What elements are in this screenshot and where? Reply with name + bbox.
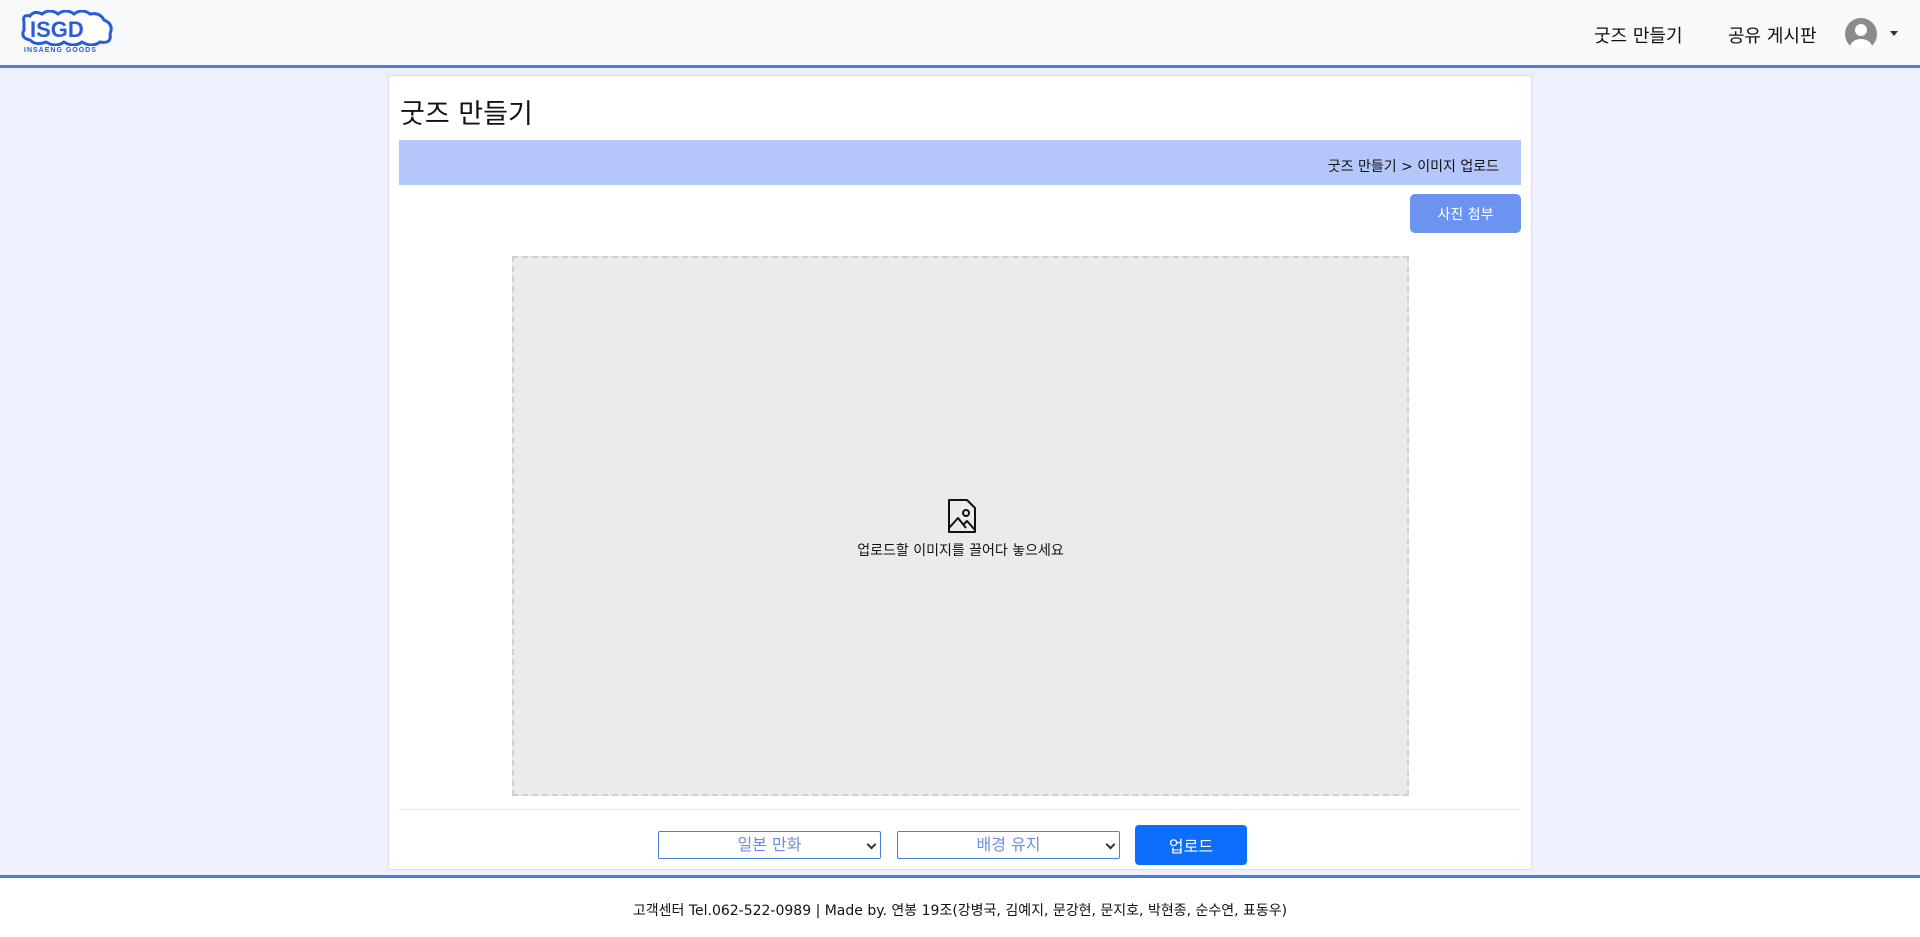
logo-image: ISGD <box>21 9 113 47</box>
breadcrumb: 굿즈 만들기 > 이미지 업로드 <box>399 140 1521 185</box>
logo-text: ISGD <box>30 17 84 42</box>
background-select[interactable]: 배경 유지 <box>897 831 1120 859</box>
style-select-value: 일본 만화 <box>737 835 802 854</box>
user-menu-caret-icon[interactable] <box>1890 31 1898 36</box>
avatar-head-shape <box>1855 24 1867 36</box>
nav-make-goods[interactable]: 굿즈 만들기 <box>1594 22 1683 48</box>
logo[interactable]: ISGD INSAENG GOODS <box>20 9 116 58</box>
goods-maker-card: 굿즈 만들기 굿즈 만들기 > 이미지 업로드 사진 첨부 업로드할 이미지를 … <box>388 75 1532 870</box>
dropzone-instruction: 업로드할 이미지를 끌어다 놓으세요 <box>857 543 1064 559</box>
image-dropzone[interactable]: 업로드할 이미지를 끌어다 놓으세요 <box>512 256 1409 796</box>
image-file-icon <box>948 499 976 533</box>
nav-share-board[interactable]: 공유 게시판 <box>1728 22 1817 48</box>
style-select[interactable]: 일본 만화 <box>658 831 881 859</box>
page-title: 굿즈 만들기 <box>400 99 533 130</box>
logo-subtitle: INSAENG GOODS <box>24 47 97 54</box>
breadcrumb-text: 굿즈 만들기 > 이미지 업로드 <box>1327 159 1499 175</box>
background-select-value: 배경 유지 <box>976 835 1041 854</box>
upload-button[interactable]: 업로드 <box>1135 825 1247 865</box>
top-navbar: ISGD INSAENG GOODS 굿즈 만들기 공유 게시판 <box>0 0 1920 68</box>
footer: 고객센터 Tel.062-522-0989 | Made by. 연봉 19조(… <box>0 875 1920 937</box>
chevron-down-icon <box>1105 839 1116 850</box>
avatar-body-shape <box>1850 39 1872 50</box>
chevron-down-icon <box>866 839 877 850</box>
footer-text: 고객센터 Tel.062-522-0989 | Made by. 연봉 19조(… <box>632 903 1288 919</box>
user-avatar-icon[interactable] <box>1845 18 1877 50</box>
attach-photo-button[interactable]: 사진 첨부 <box>1410 194 1521 233</box>
divider <box>399 809 1521 810</box>
